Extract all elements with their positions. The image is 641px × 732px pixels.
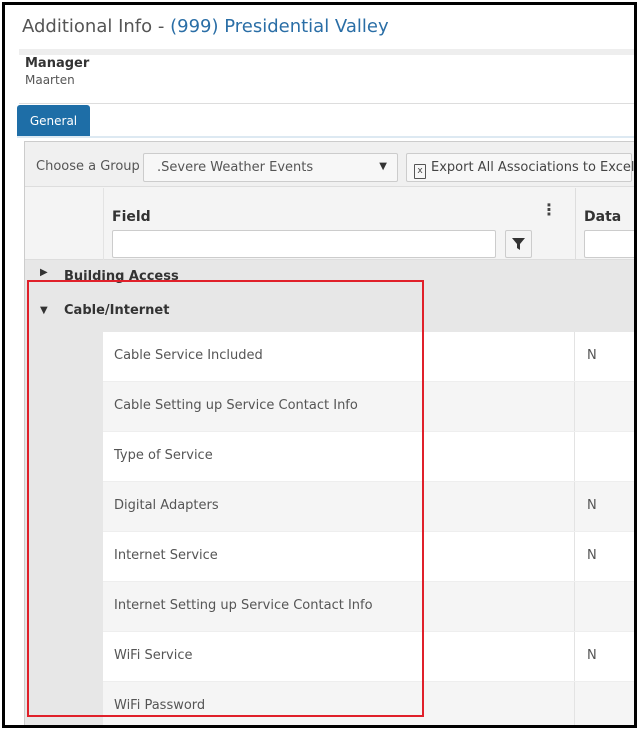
grid-panel: Choose a Group .Severe Weather Events ▼ … — [24, 141, 634, 725]
cell-divider — [574, 532, 575, 581]
field-cell: Type of Service — [114, 448, 213, 463]
table-row[interactable]: Internet Setting up Service Contact Info — [103, 582, 634, 632]
manager-label: Manager — [25, 56, 90, 71]
field-cell: WiFi Service — [114, 648, 193, 663]
table-row[interactable]: Internet Service N — [103, 532, 634, 582]
choose-group-label: Choose a Group — [36, 159, 140, 174]
field-cell: Internet Service — [114, 548, 218, 563]
cell-divider — [574, 632, 575, 681]
tab-general[interactable]: General — [17, 105, 90, 136]
export-excel-button[interactable]: x Export All Associations to Excel — [406, 153, 635, 182]
excel-icon: x — [414, 164, 426, 179]
filter-button[interactable] — [505, 230, 532, 258]
grid-header: Field ⋮ Data — [25, 188, 634, 260]
title-divider — [19, 49, 634, 55]
manager-info: Manager Maarten — [25, 56, 89, 87]
cell-divider — [574, 432, 575, 481]
cell-divider — [574, 582, 575, 631]
table-row[interactable]: Cable Setting up Service Contact Info — [103, 382, 634, 432]
group-row-cable-internet[interactable]: ▼ Cable/Internet — [25, 293, 634, 332]
group-row-building-access[interactable]: ▶ Building Access — [25, 260, 634, 293]
export-excel-label: Export All Associations to Excel — [431, 160, 635, 175]
data-cell: N — [587, 648, 597, 663]
table-row[interactable]: WiFi Password — [103, 682, 634, 725]
field-cell: Internet Setting up Service Contact Info — [114, 598, 373, 613]
column-header-data[interactable]: Data — [584, 209, 621, 225]
data-cell: N — [587, 548, 597, 563]
grid-toolbar: Choose a Group .Severe Weather Events ▼ … — [25, 142, 634, 187]
gutter-divider — [103, 188, 104, 260]
field-cell: Cable Setting up Service Contact Info — [114, 398, 358, 413]
column-header-field[interactable]: Field — [112, 209, 151, 225]
table-row[interactable]: Cable Service Included N — [103, 332, 634, 382]
field-filter-input[interactable] — [112, 230, 496, 258]
cell-divider — [574, 482, 575, 531]
table-row[interactable]: WiFi Service N — [103, 632, 634, 682]
filter-icon — [512, 238, 525, 250]
field-cell: WiFi Password — [114, 698, 206, 713]
column-divider[interactable] — [575, 188, 576, 260]
data-filter-input[interactable] — [584, 230, 634, 258]
grid-rows: Cable Service Included N Cable Setting u… — [25, 332, 634, 725]
group-label: Cable/Internet — [64, 303, 170, 318]
table-row[interactable]: Digital Adapters N — [103, 482, 634, 532]
data-cell: N — [587, 498, 597, 513]
caret-right-icon[interactable]: ▶ — [40, 267, 48, 278]
page-title-prefix: Additional Info - — [22, 16, 171, 37]
manager-divider — [19, 103, 634, 104]
group-select[interactable]: .Severe Weather Events ▼ — [143, 153, 398, 182]
manager-value: Maarten — [25, 73, 75, 87]
group-select-value: .Severe Weather Events — [157, 160, 314, 175]
window-frame: Additional Info - (999) Presidential Val… — [2, 2, 637, 728]
tab-underline — [17, 136, 634, 138]
table-row[interactable]: Type of Service — [103, 432, 634, 482]
group-label: Building Access — [64, 269, 179, 284]
caret-down-icon[interactable]: ▼ — [40, 305, 48, 316]
cell-divider — [574, 332, 575, 381]
field-cell: Cable Service Included — [114, 348, 263, 363]
cell-divider — [574, 382, 575, 431]
group-gutter — [25, 332, 103, 725]
column-menu-icon[interactable]: ⋮ — [541, 202, 557, 218]
cell-divider — [574, 682, 575, 725]
field-cell: Digital Adapters — [114, 498, 219, 513]
page-title: Additional Info - (999) Presidential Val… — [5, 5, 634, 52]
caret-down-icon: ▼ — [379, 161, 387, 172]
property-name-link[interactable]: (999) Presidential Valley — [170, 16, 389, 37]
data-cell: N — [587, 348, 597, 363]
